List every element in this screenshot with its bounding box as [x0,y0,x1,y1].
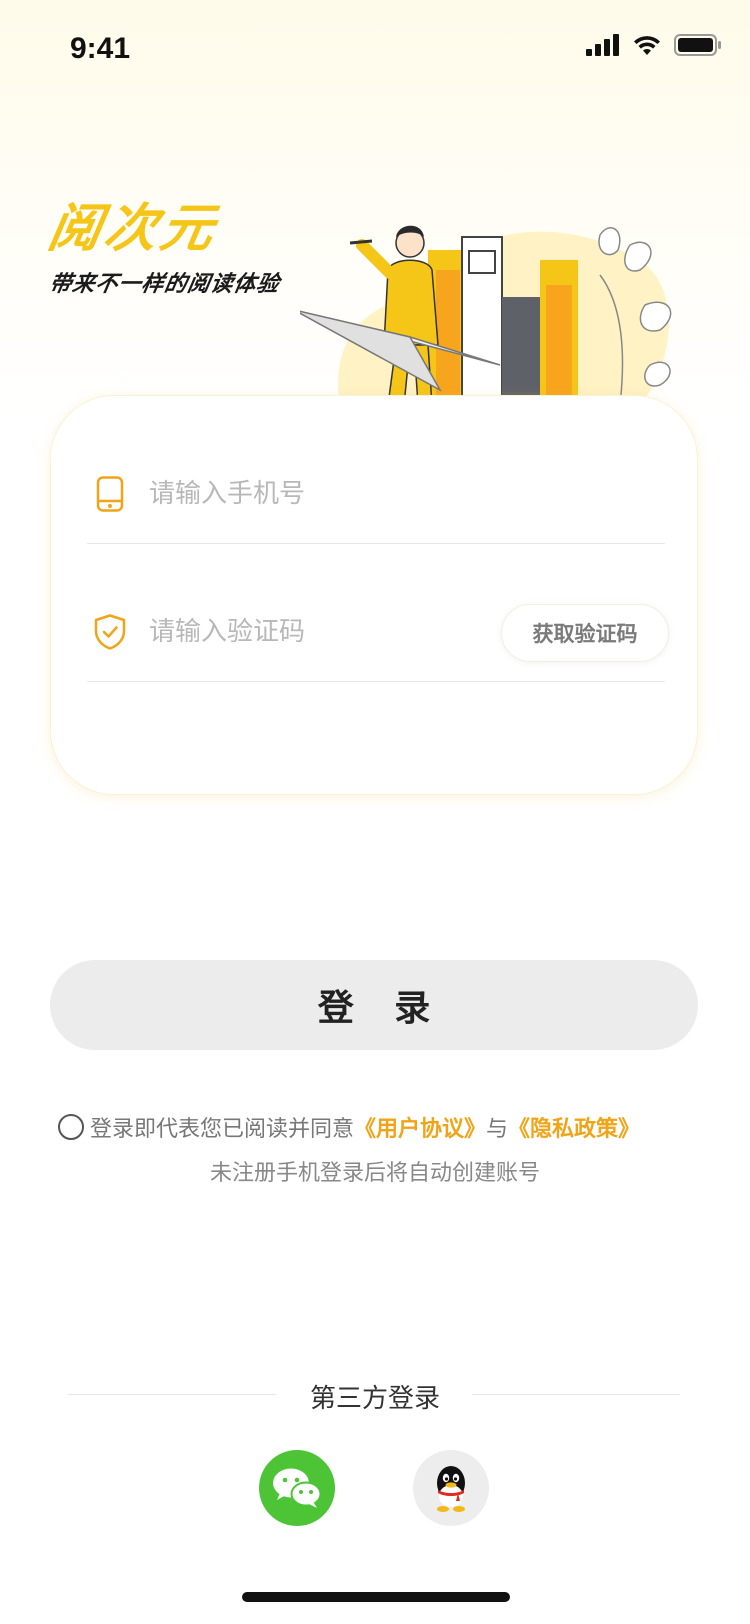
phone-input[interactable] [149,472,469,516]
brand-title: 阅次元 [43,199,223,259]
user-agreement-link[interactable]: 《用户协议》 [354,1111,486,1143]
wifi-icon [634,36,660,55]
status-time: 9:41 [70,32,131,65]
shield-check-icon [94,614,126,650]
qq-login-button[interactable] [413,1450,489,1526]
battery-icon [674,34,721,56]
hero-illustration [300,225,672,405]
agreement-radio[interactable] [58,1114,84,1140]
agreement-note: 未注册手机登录后将自动创建账号 [209,1161,540,1186]
status-bar: 9:41 [0,0,750,100]
code-field-row: 获取验证码 [87,582,669,682]
divider-right [472,1394,680,1395]
login-button[interactable]: 登 录 [50,960,698,1050]
status-icons [586,34,722,56]
agreement-prefix: 登录即代表您已阅读并同意 [90,1117,355,1142]
qq-icon [437,1466,465,1512]
get-code-button[interactable]: 获取验证码 [501,604,669,662]
third-party-label: 第三方登录 [309,1384,440,1414]
wechat-login-button[interactable] [259,1450,335,1526]
privacy-policy-link[interactable]: 《隐私政策》 [508,1111,640,1143]
phone-field-row [87,444,665,544]
agreement-line: 登录即代表您已阅读并同意 《用户协议》 与 《隐私政策》 [58,1110,698,1144]
verification-code-input[interactable] [149,610,469,654]
home-indicator [242,1592,510,1602]
agreement-conjunction: 与 [486,1117,509,1142]
phone-icon [96,476,124,512]
signal-icon [586,34,619,56]
login-screen: 9:41 阅次元 带来不一样的阅读体验 请输入手机号 请输入验证码 获取验证码 … [0,0,750,1624]
wechat-icon [273,1468,322,1508]
login-form-card: 获取验证码 [50,395,698,795]
brand-slogan: 带来不一样的阅读体验 [47,272,282,297]
